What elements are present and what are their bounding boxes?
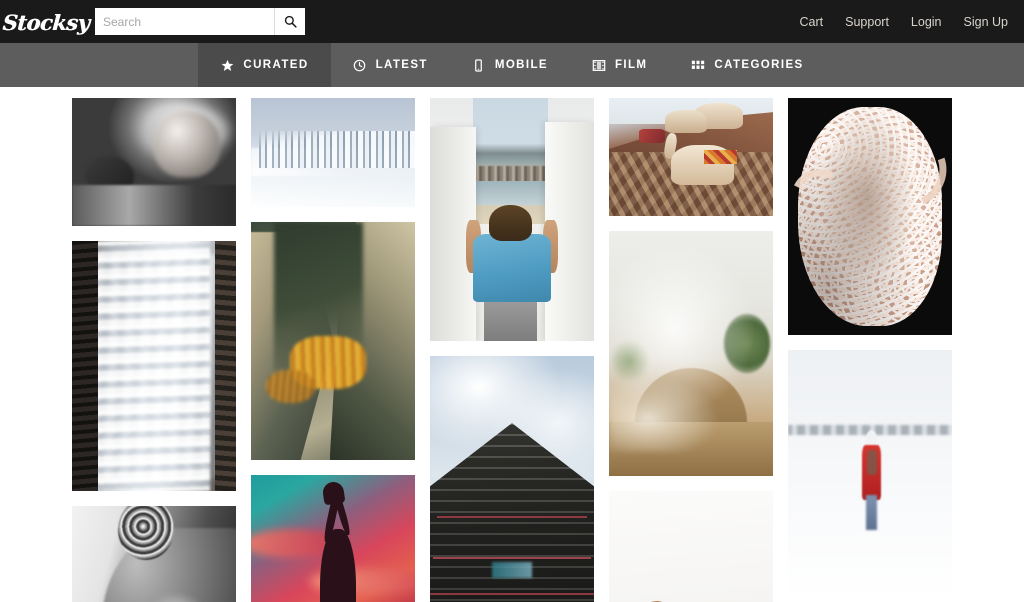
photo-tile[interactable] (251, 98, 415, 207)
photo-tile[interactable] (788, 98, 952, 335)
nav-tab-label: CATEGORIES (714, 59, 803, 71)
photo-boy-at-wall (430, 98, 594, 341)
grid-column-5 (788, 98, 952, 602)
grid-icon (691, 58, 705, 72)
nav-tab-film[interactable]: FILM (570, 43, 669, 87)
grid-column-3 (430, 98, 594, 602)
signup-link[interactable]: Sign Up (964, 15, 1008, 29)
category-nav-bar: CURATED LATEST MOBILE (0, 43, 1024, 87)
photo-feet-white (609, 491, 773, 602)
photo-tile[interactable] (251, 475, 415, 602)
photo-tile[interactable] (72, 98, 236, 226)
photo-camels-hillside (609, 98, 773, 216)
support-link[interactable]: Support (845, 15, 889, 29)
nav-tab-mobile[interactable]: MOBILE (450, 43, 570, 87)
cart-link[interactable]: Cart (800, 15, 824, 29)
film-icon (592, 58, 606, 72)
grid-column-2 (251, 98, 415, 602)
photo-octopus (788, 98, 952, 335)
photo-tile[interactable] (430, 356, 594, 602)
grid-column-4 (609, 98, 773, 602)
stocksy-logo[interactable]: Stocksy (7, 8, 85, 36)
photo-shoulder-bw (72, 506, 236, 602)
star-icon (220, 58, 234, 72)
photo-frozen-waterfall (72, 241, 236, 491)
nav-tab-curated[interactable]: CURATED (198, 43, 330, 87)
photo-tile[interactable] (430, 98, 594, 341)
photo-snowy-trees (251, 98, 415, 207)
search-submit-button[interactable] (274, 8, 305, 35)
grid-column-1 (72, 98, 236, 602)
nav-tab-label: MOBILE (495, 59, 548, 71)
photo-tile[interactable] (609, 231, 773, 476)
photo-tile[interactable] (609, 491, 773, 602)
nav-tab-latest[interactable]: LATEST (331, 43, 450, 87)
top-header-bar: Stocksy Cart Support Login Sign Up (0, 0, 1024, 43)
photo-grid (0, 87, 1024, 602)
photo-tile[interactable] (72, 241, 236, 491)
photo-tile[interactable] (788, 350, 952, 600)
nav-tab-label: FILM (615, 59, 647, 71)
photo-dusty-mound (609, 231, 773, 476)
nav-tab-categories[interactable]: CATEGORIES (669, 43, 825, 87)
photo-red-coat-snow (788, 350, 952, 600)
nav-tab-label: CURATED (243, 59, 308, 71)
photo-mountain-canyon (251, 222, 415, 460)
photo-brutalist-building (430, 356, 594, 602)
login-link[interactable]: Login (911, 15, 942, 29)
photo-tile[interactable] (72, 506, 236, 602)
clock-icon (353, 58, 367, 72)
photo-sunset-silhouette (251, 475, 415, 602)
photo-woman-backlit (72, 98, 236, 226)
search-icon (284, 15, 297, 28)
phone-icon (472, 58, 486, 72)
nav-tab-label: LATEST (376, 59, 428, 71)
photo-tile[interactable] (251, 222, 415, 460)
photo-tile[interactable] (609, 98, 773, 216)
search-input[interactable] (95, 8, 274, 35)
account-nav: Cart Support Login Sign Up (800, 0, 1008, 43)
search-box (95, 8, 305, 35)
